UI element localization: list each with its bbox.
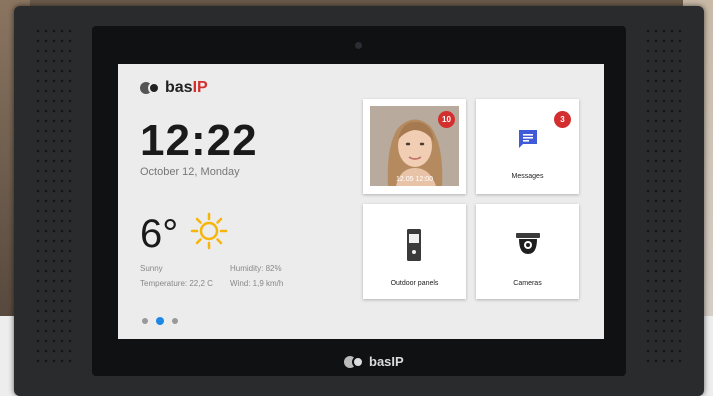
cameras-tile[interactable]: Cameras <box>476 204 579 299</box>
visitor-photo-tile[interactable]: 12.05 12:00 10 <box>363 99 466 194</box>
dome-camera-icon <box>516 233 540 254</box>
intercom-device: basIP 12:22 October 12, Monday 6° Sunny … <box>14 6 704 396</box>
logo-word: bas <box>165 79 193 96</box>
logo-mark-icon <box>140 82 162 94</box>
brand-logo: basIP <box>140 79 208 97</box>
cameras-label: Cameras <box>513 280 542 287</box>
page-dot[interactable] <box>172 318 178 324</box>
weather-wind: Wind: 1,9 km/h <box>230 279 284 288</box>
clock-date: October 12, Monday <box>140 166 240 178</box>
page-dot-active[interactable] <box>156 317 164 325</box>
message-icon <box>519 130 537 148</box>
intercom-panel-icon <box>407 229 421 261</box>
bezel-logo-word-accent: IP <box>391 354 404 369</box>
speaker-grille-right <box>644 26 684 366</box>
page-dot[interactable] <box>142 318 148 324</box>
messages-count-badge: 3 <box>554 111 571 128</box>
page-indicator <box>142 317 178 325</box>
outdoor-panels-tile[interactable]: Outdoor panels <box>363 204 466 299</box>
visitor-photo-timestamp: 12.05 12:00 <box>396 176 433 183</box>
home-screen: basIP 12:22 October 12, Monday 6° Sunny … <box>118 64 604 339</box>
weather-temperature-detail: Temperature: 22,2 C <box>140 279 213 288</box>
messages-tile[interactable]: 3 Messages <box>476 99 579 194</box>
weather-condition: Sunny <box>140 264 163 273</box>
bezel-logo-mark-icon <box>344 355 366 368</box>
logo-word-accent: IP <box>192 79 208 96</box>
messages-label: Messages <box>511 173 544 180</box>
bezel-brand-logo: basIP <box>344 354 404 369</box>
bezel-logo-wordmark: basIP <box>369 354 404 369</box>
speaker-grille-left <box>34 26 74 366</box>
outdoor-panels-label: Outdoor panels <box>390 280 439 287</box>
screen-bezel: basIP 12:22 October 12, Monday 6° Sunny … <box>92 26 626 376</box>
weather-temperature: 6° <box>140 212 179 256</box>
clock-time: 12:22 <box>140 116 258 165</box>
logo-wordmark: basIP <box>165 79 208 97</box>
weather-humidity: Humidity: 82% <box>230 264 282 273</box>
sun-icon <box>190 212 228 250</box>
front-camera <box>355 42 362 49</box>
bezel-logo-word: bas <box>369 354 392 369</box>
visitor-count-badge: 10 <box>438 111 455 128</box>
